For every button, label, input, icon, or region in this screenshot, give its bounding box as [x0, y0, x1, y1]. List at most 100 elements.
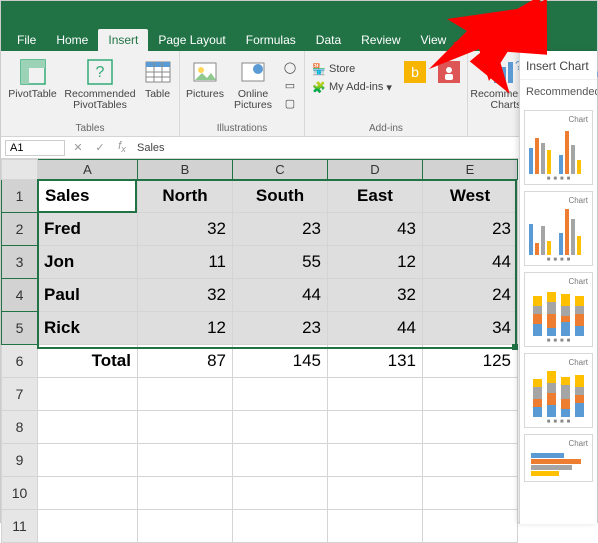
recommended-pivottables-button[interactable]: ? Recommended PivotTables	[66, 55, 134, 122]
cell[interactable]: Sales	[38, 180, 138, 213]
cell[interactable]: North	[138, 180, 233, 213]
smartart-button[interactable]: ▭	[280, 77, 300, 93]
cell[interactable]	[138, 510, 233, 543]
cell[interactable]	[38, 510, 138, 543]
cell[interactable]	[423, 444, 518, 477]
row-header[interactable]: 4	[2, 279, 38, 312]
cell[interactable]	[233, 378, 328, 411]
row-header[interactable]: 11	[2, 510, 38, 543]
tab-review[interactable]: Review	[351, 29, 410, 51]
cell[interactable]	[233, 411, 328, 444]
cell[interactable]	[328, 378, 423, 411]
screenshot-button[interactable]: ▢	[280, 95, 300, 111]
col-header-d[interactable]: D	[328, 160, 423, 180]
select-all-corner[interactable]	[2, 160, 38, 180]
cancel-icon[interactable]: ✕	[69, 141, 87, 154]
name-box[interactable]: A1	[5, 140, 65, 156]
cell[interactable]	[328, 411, 423, 444]
online-pictures-button[interactable]: Online Pictures	[232, 55, 274, 122]
cell[interactable]	[138, 477, 233, 510]
cell[interactable]	[233, 444, 328, 477]
people-graph-button[interactable]	[435, 55, 463, 122]
cell[interactable]: 32	[138, 213, 233, 246]
cell[interactable]: 55	[233, 246, 328, 279]
cell[interactable]	[38, 444, 138, 477]
cell[interactable]: Fred	[38, 213, 138, 246]
col-header-c[interactable]: C	[233, 160, 328, 180]
chart-thumb-clustered2[interactable]: Chart ■■■■	[524, 191, 593, 266]
cell[interactable]: 131	[328, 345, 423, 378]
cell[interactable]: South	[233, 180, 328, 213]
chart-thumb-clustered[interactable]: Chart ■■■■	[524, 110, 593, 185]
bing-maps-button[interactable]: b	[401, 55, 429, 122]
tab-file[interactable]: File	[7, 29, 46, 51]
row-header[interactable]: 2	[2, 213, 38, 246]
cell[interactable]	[233, 477, 328, 510]
col-header-a[interactable]: A	[38, 160, 138, 180]
cell[interactable]	[423, 477, 518, 510]
row-header[interactable]: 5	[2, 312, 38, 345]
col-header-e[interactable]: E	[423, 160, 518, 180]
chart-thumb-stacked2[interactable]: Chart ■■■■	[524, 353, 593, 428]
cell[interactable]	[423, 378, 518, 411]
chart-thumb-stacked[interactable]: Chart ■■■■	[524, 272, 593, 347]
pictures-button[interactable]: Pictures	[184, 55, 226, 122]
row-header[interactable]: 6	[2, 345, 38, 378]
tab-data[interactable]: Data	[306, 29, 351, 51]
cell[interactable]	[423, 510, 518, 543]
tab-insert[interactable]: Insert	[98, 29, 148, 51]
cell[interactable]: 44	[233, 279, 328, 312]
fx-icon[interactable]: fx	[113, 140, 131, 154]
row-header[interactable]: 1	[2, 180, 38, 213]
cell[interactable]: 43	[328, 213, 423, 246]
cell[interactable]: 32	[328, 279, 423, 312]
cell[interactable]: 23	[233, 213, 328, 246]
cell[interactable]	[233, 510, 328, 543]
cell[interactable]	[138, 444, 233, 477]
chart-thumb-hbar[interactable]: Chart	[524, 434, 593, 482]
cell[interactable]	[423, 411, 518, 444]
tab-home[interactable]: Home	[46, 29, 98, 51]
cell[interactable]	[38, 378, 138, 411]
table-button[interactable]: Table	[140, 55, 175, 122]
my-addins-button[interactable]: 🧩My Add-ins ▾	[309, 79, 395, 95]
col-header-b[interactable]: B	[138, 160, 233, 180]
cell[interactable]: 34	[423, 312, 518, 345]
tab-view[interactable]: View	[411, 29, 457, 51]
cell[interactable]: 23	[423, 213, 518, 246]
cell[interactable]: Total	[38, 345, 138, 378]
cell[interactable]: 12	[138, 312, 233, 345]
cell[interactable]: West	[423, 180, 518, 213]
pivottable-button[interactable]: PivotTable	[5, 55, 60, 122]
cell[interactable]: 125	[423, 345, 518, 378]
cell[interactable]: 12	[328, 246, 423, 279]
cell[interactable]	[328, 477, 423, 510]
cell[interactable]: Paul	[38, 279, 138, 312]
cell[interactable]	[138, 411, 233, 444]
row-header[interactable]: 9	[2, 444, 38, 477]
cell[interactable]	[38, 477, 138, 510]
cell[interactable]: 44	[328, 312, 423, 345]
cell[interactable]: 145	[233, 345, 328, 378]
cell[interactable]: 24	[423, 279, 518, 312]
cell[interactable]: Jon	[38, 246, 138, 279]
store-button[interactable]: 🏪Store	[309, 61, 395, 77]
cell[interactable]	[38, 411, 138, 444]
cell[interactable]	[328, 510, 423, 543]
cell[interactable]	[328, 444, 423, 477]
cell[interactable]: 44	[423, 246, 518, 279]
enter-icon[interactable]: ✓	[91, 141, 109, 154]
row-header[interactable]: 3	[2, 246, 38, 279]
worksheet[interactable]: A B C D E 1 Sales North South East West …	[1, 159, 597, 543]
cell[interactable]: 87	[138, 345, 233, 378]
tab-formulas[interactable]: Formulas	[236, 29, 306, 51]
cell[interactable]: 23	[233, 312, 328, 345]
row-header[interactable]: 7	[2, 378, 38, 411]
cell[interactable]: Rick	[38, 312, 138, 345]
tell-me[interactable]: Tell me what you want to d	[456, 29, 506, 51]
cell[interactable]: 11	[138, 246, 233, 279]
cell[interactable]	[138, 378, 233, 411]
tab-page-layout[interactable]: Page Layout	[148, 29, 235, 51]
row-header[interactable]: 8	[2, 411, 38, 444]
row-header[interactable]: 10	[2, 477, 38, 510]
